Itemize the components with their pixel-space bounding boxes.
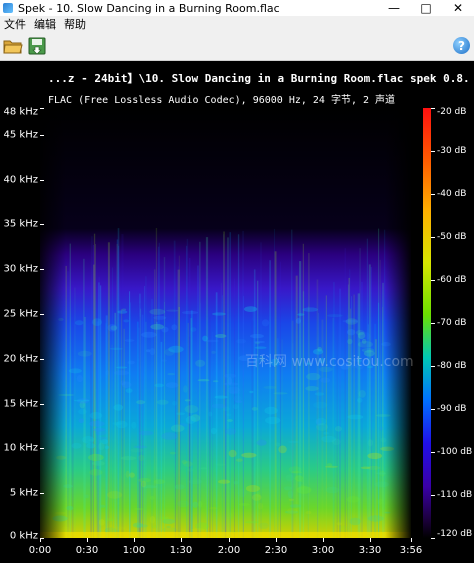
x-axis-tick [87,538,88,542]
x-axis-tick [411,538,412,542]
x-axis-tick [276,538,277,542]
x-tick-label: 3:56 [399,545,423,556]
y-axis-tick [40,269,44,270]
y-axis-tick [40,224,44,225]
y-tick-label: 35 kHz [3,218,38,230]
y-axis-tick [40,359,44,360]
x-axis-tick [40,538,41,542]
close-button[interactable]: ✕ [442,0,474,16]
colorbar-tick [431,194,435,195]
x-axis-tick [370,538,371,542]
y-tick-label: 5 kHz [9,487,38,499]
x-tick-label: 3:00 [311,545,335,556]
menu-help[interactable]: 帮助 [60,16,90,32]
window-title: Spek - 10. Slow Dancing in a Burning Roo… [18,1,280,15]
colorbar-label: -80 dB [437,361,467,371]
y-tick-label: 48 kHz [3,106,38,118]
colorbar-label: -110 dB [437,490,473,500]
y-tick-label: 10 kHz [3,442,38,454]
y-tick-label: 40 kHz [3,174,38,186]
colorbar-tick [431,323,435,324]
y-axis-tick [40,493,44,494]
y-axis-tick [40,404,44,405]
title-bar: Spek - 10. Slow Dancing in a Burning Roo… [0,0,474,16]
y-axis-tick [40,108,44,109]
y-tick-label: 15 kHz [3,398,38,410]
colorbar-tick [431,538,435,539]
y-axis-tick [40,448,44,449]
maximize-button[interactable]: □ [410,0,442,16]
colorbar-label: -70 dB [437,318,467,328]
colorbar [423,108,431,538]
colorbar-tick [431,366,435,367]
x-tick-label: 2:30 [264,545,288,556]
colorbar-tick [431,108,435,109]
colorbar-label: -30 dB [437,146,467,156]
minimize-button[interactable]: — [378,0,410,16]
menu-edit[interactable]: 编辑 [30,16,60,32]
colorbar-label: -90 dB [437,404,467,414]
colorbar-label: -20 dB [437,107,467,117]
colorbar-tick [431,409,435,410]
colorbar-tick [431,237,435,238]
y-tick-label: 25 kHz [3,308,38,320]
colorbar-tick [431,495,435,496]
x-axis-tick [134,538,135,542]
edge-fade [40,108,411,538]
spectrogram-plot [40,108,411,538]
y-tick-label: 20 kHz [3,353,38,365]
colorbar-tick [431,452,435,453]
help-icon[interactable]: ? [453,37,470,54]
y-tick-label: 30 kHz [3,263,38,275]
y-axis-tick [40,180,44,181]
colorbar-tick [431,280,435,281]
x-tick-label: 2:00 [217,545,241,556]
x-tick-label: 1:00 [122,545,146,556]
y-axis-tick [40,135,44,136]
y-axis-tick [40,314,44,315]
colorbar-label: -60 dB [437,275,467,285]
x-tick-label: 0:30 [75,545,99,556]
colorbar-label: -40 dB [437,189,467,199]
colorbar-tick [431,151,435,152]
x-axis-tick [181,538,182,542]
x-axis-tick [229,538,230,542]
watermark: 百科网 www.cositou.com [245,354,414,370]
file-info-line: ...z - 24bit】\10. Slow Dancing in a Burn… [48,72,470,85]
menu-file[interactable]: 文件 [0,16,30,32]
toolbar: ? [0,32,474,61]
x-tick-label: 0:00 [28,545,52,556]
spek-app-icon [3,3,13,13]
spectrogram-canvas [40,108,411,538]
folder-open-icon[interactable] [3,36,23,56]
menu-bar: 文件 编辑 帮助 [0,16,474,32]
window-controls: — □ ✕ [378,0,474,16]
codec-info-line: FLAC (Free Lossless Audio Codec), 96000 … [48,95,396,106]
x-axis-tick [323,538,324,542]
y-tick-label: 0 kHz [9,530,38,542]
colorbar-label: -120 dB [437,529,473,539]
colorbar-label: -100 dB [437,447,473,457]
x-tick-label: 1:30 [169,545,193,556]
save-icon[interactable] [27,36,47,56]
x-tick-label: 3:30 [358,545,382,556]
y-tick-label: 45 kHz [3,129,38,141]
colorbar-label: -50 dB [437,232,467,242]
